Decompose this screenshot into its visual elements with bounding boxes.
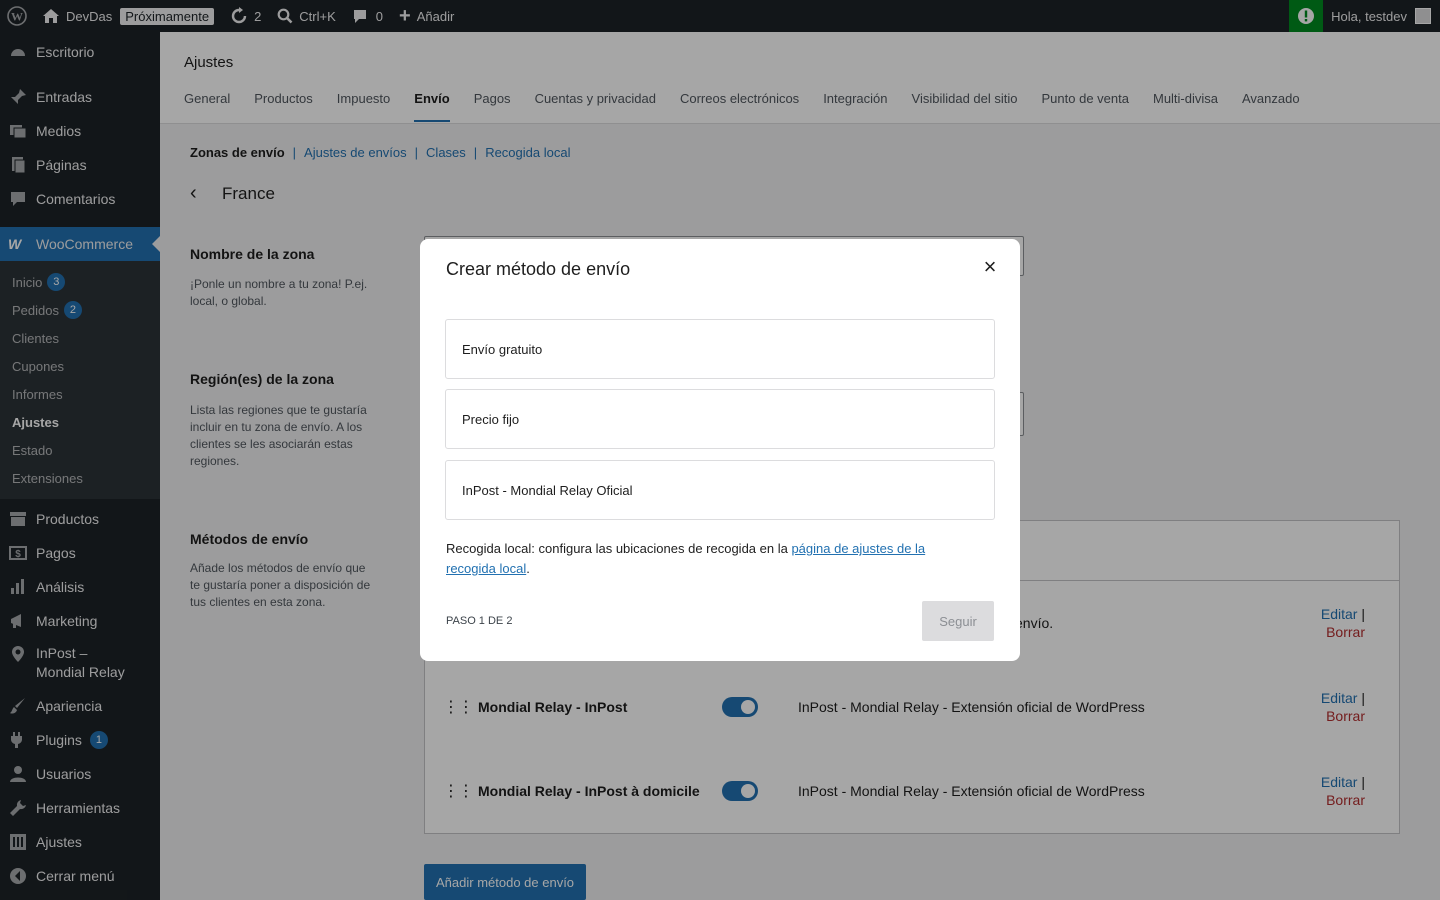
note-suffix: .: [526, 561, 530, 576]
option-inpost-mondial-relay[interactable]: InPost - Mondial Relay Oficial: [445, 460, 995, 520]
note-text: Recogida local: configura las ubicacione…: [446, 541, 792, 556]
close-icon[interactable]: ×: [978, 256, 1002, 280]
step-indicator: PASO 1 DE 2: [446, 615, 513, 627]
local-pickup-note: Recogida local: configura las ubicacione…: [446, 539, 946, 579]
create-shipping-method-modal: Crear método de envío × Envío gratuito P…: [420, 239, 1020, 661]
modal-title: Crear método de envío: [446, 259, 631, 279]
option-envio-gratuito[interactable]: Envío gratuito: [445, 319, 995, 379]
option-precio-fijo[interactable]: Precio fijo: [445, 389, 995, 449]
continue-button[interactable]: Seguir: [922, 601, 994, 641]
